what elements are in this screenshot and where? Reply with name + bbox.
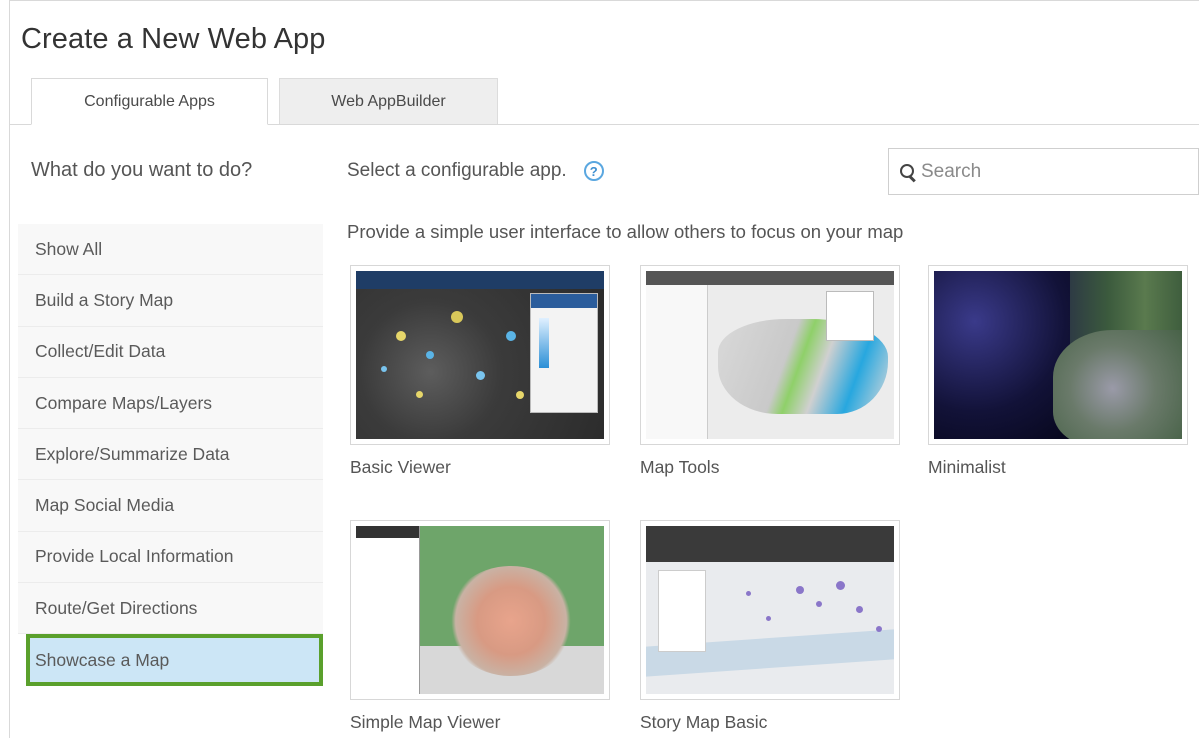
sidebar-item-compare-maps-layers[interactable]: Compare Maps/Layers — [18, 377, 323, 430]
category-sidebar: Show All Build a Story Map Collect/Edit … — [18, 224, 323, 686]
map-tools-thumbnail[interactable] — [640, 265, 900, 445]
sidebar-item-explore-summarize-data[interactable]: Explore/Summarize Data — [18, 429, 323, 481]
story-map-basic-thumbnail[interactable] — [640, 520, 900, 700]
sidebar-item-build-story-map[interactable]: Build a Story Map — [18, 275, 323, 327]
search-box[interactable] — [888, 148, 1199, 195]
app-label-simple-map-viewer[interactable]: Simple Map Viewer — [350, 712, 500, 733]
app-label-minimalist[interactable]: Minimalist — [928, 457, 1006, 478]
sidebar-item-route-get-directions[interactable]: Route/Get Directions — [18, 583, 323, 635]
sidebar-item-showcase-a-map[interactable]: Showcase a Map — [26, 634, 323, 686]
sidebar-item-map-social-media[interactable]: Map Social Media — [18, 480, 323, 532]
app-card-minimalist[interactable]: Minimalist — [928, 265, 1188, 477]
category-description: Provide a simple user interface to allow… — [347, 221, 904, 242]
dialog-title: Create a New Web App — [21, 23, 326, 55]
tab-configurable-apps[interactable]: Configurable Apps — [31, 78, 268, 125]
app-label-basic-viewer[interactable]: Basic Viewer — [350, 457, 451, 478]
sidebar-heading: What do you want to do? — [31, 159, 253, 181]
main-heading-text: Select a configurable app. — [347, 160, 567, 181]
app-label-story-map-basic[interactable]: Story Map Basic — [640, 712, 767, 733]
help-icon[interactable]: ? — [583, 161, 604, 181]
simple-map-viewer-thumbnail[interactable] — [350, 520, 610, 700]
search-icon — [899, 163, 917, 181]
app-card-story-map-basic[interactable]: Story Map Basic — [640, 520, 900, 732]
sidebar-item-provide-local-information[interactable]: Provide Local Information — [18, 531, 323, 584]
search-input[interactable] — [921, 160, 1181, 183]
app-card-basic-viewer[interactable]: Basic Viewer — [350, 265, 610, 477]
sidebar-item-show-all[interactable]: Show All — [18, 224, 323, 276]
app-card-simple-map-viewer[interactable]: Simple Map Viewer — [350, 520, 610, 732]
minimalist-thumbnail[interactable] — [928, 265, 1188, 445]
basic-viewer-thumbnail[interactable] — [350, 265, 610, 445]
main-heading: Select a configurable app. ? — [347, 160, 604, 182]
app-card-map-tools[interactable]: Map Tools — [640, 265, 900, 477]
tab-web-appbuilder[interactable]: Web AppBuilder — [279, 78, 498, 125]
sidebar-item-collect-edit-data[interactable]: Collect/Edit Data — [18, 326, 323, 378]
app-label-map-tools[interactable]: Map Tools — [640, 457, 719, 478]
